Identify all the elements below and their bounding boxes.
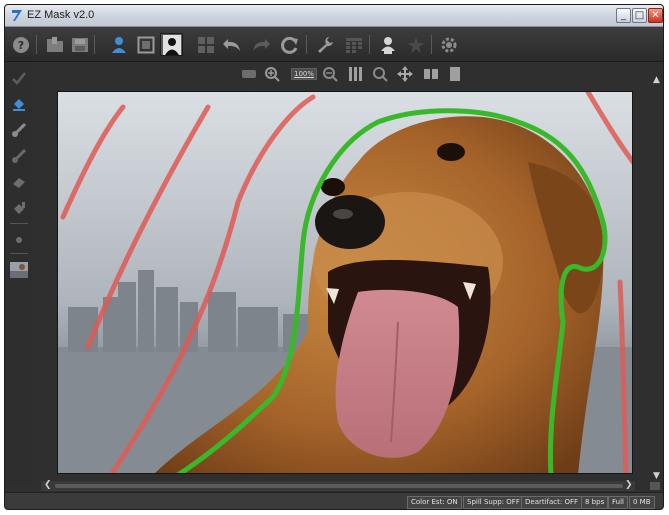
drop-brush-button[interactable] xyxy=(10,147,28,165)
split-view-icon xyxy=(424,68,438,79)
tool-divider xyxy=(10,253,28,254)
memory-status: 0 MB xyxy=(629,496,655,509)
fill-bucket-button[interactable] xyxy=(10,95,28,113)
split-view-button[interactable] xyxy=(422,65,440,82)
horizontal-scroll-thumb[interactable] xyxy=(55,484,623,488)
scroll-up-icon[interactable]: ▲ xyxy=(653,75,660,85)
image-preview-icon xyxy=(10,262,28,278)
toolbar-divider xyxy=(36,35,37,54)
pan-icon xyxy=(397,65,413,82)
scroll-down-icon[interactable]: ▼ xyxy=(653,471,660,481)
scroll-left-icon[interactable]: ❮ xyxy=(44,480,52,490)
silhouette-icon xyxy=(162,34,181,55)
zoom-out-button[interactable] xyxy=(321,65,339,82)
zoom-100-label: 100% xyxy=(290,67,317,80)
color-est-status[interactable]: Color Est: ON xyxy=(407,496,462,509)
tool-divider xyxy=(10,223,28,224)
star-button[interactable] xyxy=(404,33,427,56)
columns-button[interactable] xyxy=(347,65,365,82)
settings-button[interactable] xyxy=(437,33,460,56)
scroll-corner xyxy=(650,482,660,490)
calendar-icon xyxy=(345,37,362,53)
wrench-button[interactable] xyxy=(313,33,336,56)
toolbar-divider xyxy=(369,35,370,54)
undo-icon xyxy=(222,38,240,51)
grid-icon xyxy=(197,36,214,53)
person-check-button[interactable] xyxy=(376,33,399,56)
spill-supp-status[interactable]: Spill Supp: OFF xyxy=(463,496,524,509)
zoom-in-button[interactable] xyxy=(263,65,281,82)
open-icon xyxy=(46,36,63,52)
silhouette-button[interactable] xyxy=(160,33,183,56)
status-bar: Color Est: ON Spill Supp: OFF Deartifact… xyxy=(5,492,663,509)
save-icon xyxy=(71,37,88,52)
help-icon: ? xyxy=(12,36,29,53)
star-icon xyxy=(407,36,424,53)
checkmark-brush-icon xyxy=(12,72,26,85)
eraser-button[interactable] xyxy=(10,173,28,191)
fit-view-button[interactable] xyxy=(240,65,258,82)
title-bar[interactable]: EZ Mask v2.0 _ □ ✕ xyxy=(5,5,663,27)
fit-view-icon xyxy=(242,69,256,78)
horizontal-scrollbar[interactable]: ❮ ❯ xyxy=(41,480,635,491)
refresh-icon xyxy=(280,36,298,54)
refresh-button[interactable] xyxy=(278,33,301,56)
person-button[interactable] xyxy=(107,33,130,56)
drop-brush-icon xyxy=(12,148,27,163)
undo-button[interactable] xyxy=(220,33,243,56)
save-button[interactable] xyxy=(68,33,91,56)
frame-button[interactable] xyxy=(134,33,157,56)
zoom-in-icon xyxy=(265,66,280,82)
bps-status: 8 bps xyxy=(581,496,609,509)
left-toolbar xyxy=(5,63,32,485)
fill-bucket-icon xyxy=(13,99,25,111)
canvas-image xyxy=(58,92,632,473)
main-toolbar: ? xyxy=(5,27,663,62)
search-button[interactable] xyxy=(371,65,389,82)
svg-text:?: ? xyxy=(17,39,23,52)
maximize-button[interactable]: □ xyxy=(632,8,647,23)
settings-icon xyxy=(441,37,456,52)
keep-brush-icon xyxy=(12,122,27,137)
person-check-icon xyxy=(380,36,395,54)
frame-icon xyxy=(137,36,154,53)
close-button[interactable]: ✕ xyxy=(648,8,663,23)
app-window: EZ Mask v2.0 _ □ ✕ ? 100% ❮ ❯ ▲ ▼ Color … xyxy=(4,4,664,510)
help-button[interactable]: ? xyxy=(9,33,32,56)
columns-icon xyxy=(349,66,362,81)
redo-icon xyxy=(252,38,270,51)
search-icon xyxy=(373,66,388,82)
checkmark-brush-button[interactable] xyxy=(10,69,28,87)
app-logo-icon xyxy=(12,10,22,21)
window-title: EZ Mask v2.0 xyxy=(27,9,95,21)
fill-tool-icon xyxy=(14,202,25,214)
wrench-icon xyxy=(317,36,333,53)
dot-tool-button[interactable] xyxy=(10,231,28,249)
open-button[interactable] xyxy=(43,33,66,56)
toolbar-divider xyxy=(306,35,307,54)
single-view-button[interactable] xyxy=(446,65,464,82)
pan-button[interactable] xyxy=(396,65,414,82)
redo-button[interactable] xyxy=(249,33,272,56)
zoom-100-button[interactable]: 100% xyxy=(289,65,319,82)
dot-tool-icon xyxy=(16,237,22,243)
toolbar-divider xyxy=(94,35,95,54)
keep-brush-button[interactable] xyxy=(10,121,28,139)
image-canvas[interactable] xyxy=(57,91,633,474)
minimize-button[interactable]: _ xyxy=(616,8,631,23)
fill-tool-button[interactable] xyxy=(10,199,28,217)
zoom-out-icon xyxy=(323,66,338,82)
view-status: Full xyxy=(608,496,628,509)
deartifact-status[interactable]: Deartifact: OFF xyxy=(521,496,583,509)
grid-button[interactable] xyxy=(194,33,217,56)
image-preview-button[interactable] xyxy=(10,261,28,279)
single-view-icon xyxy=(450,66,460,81)
calendar-button[interactable] xyxy=(342,33,365,56)
eraser-icon xyxy=(13,178,25,188)
scroll-right-icon[interactable]: ❯ xyxy=(625,480,633,490)
toolbar-divider xyxy=(431,35,432,54)
person-icon xyxy=(111,36,126,53)
